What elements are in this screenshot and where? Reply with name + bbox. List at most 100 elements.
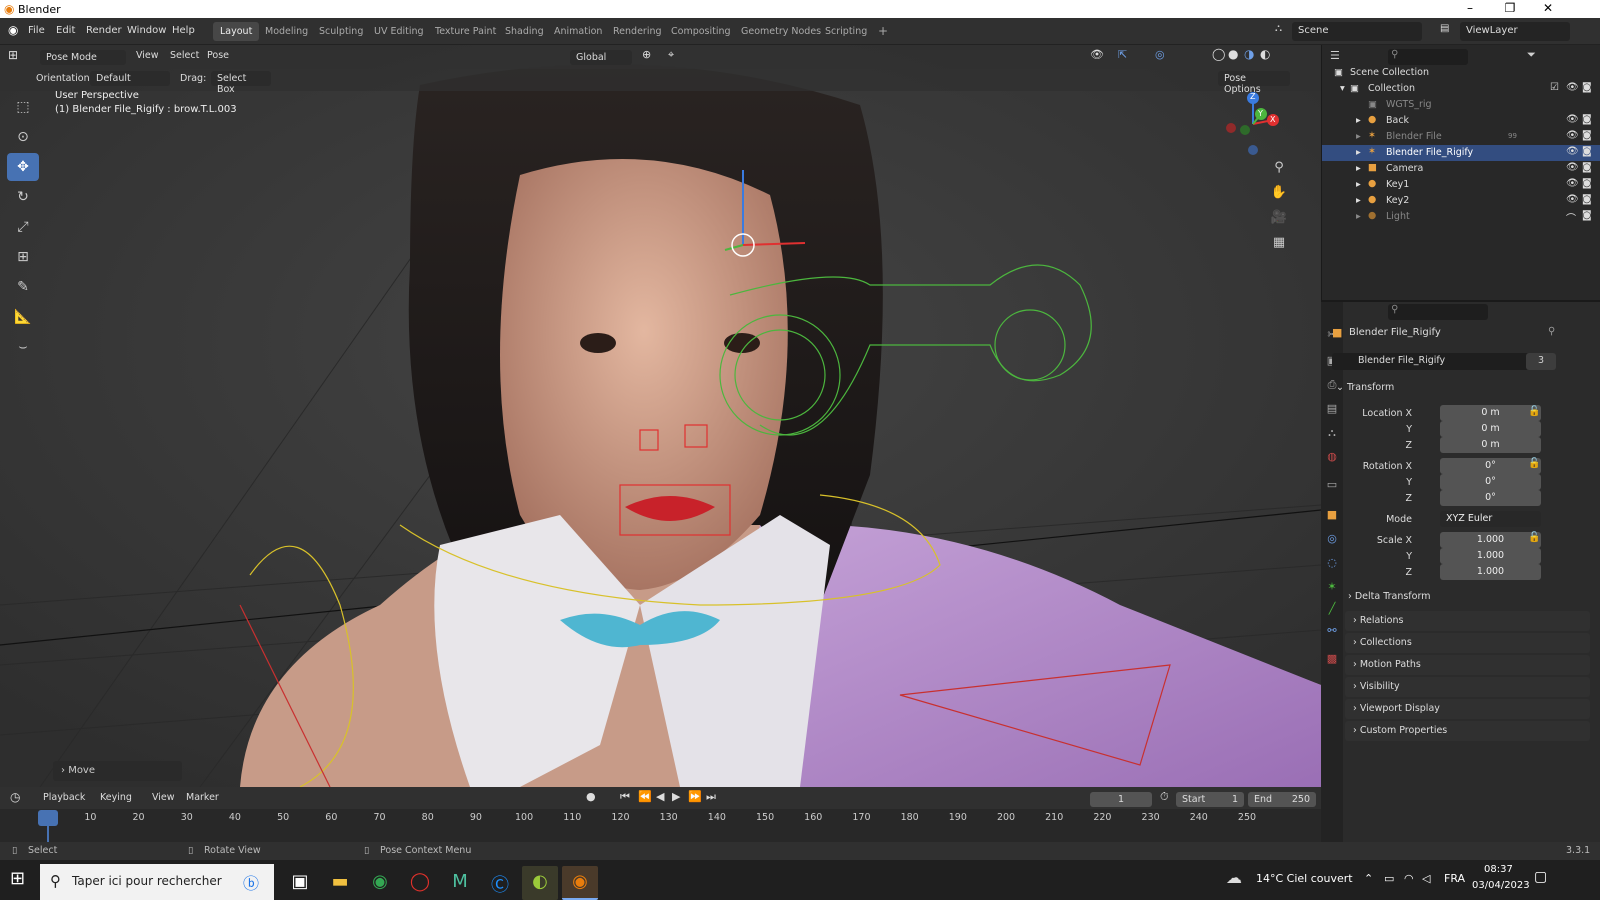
close-window-button[interactable]: ✕ [1530, 1, 1566, 15]
menu-render[interactable]: Render [86, 25, 122, 36]
pivot-point-icon[interactable]: ⊕ [642, 48, 651, 63]
view-layer-tab-icon[interactable]: ▤ [1325, 402, 1339, 416]
object-datablock-field[interactable]: Blender File_Rigify [1332, 353, 1542, 370]
scale-z-field[interactable]: 1.000 [1440, 564, 1541, 580]
rendered-shading-icon[interactable]: ◐ [1260, 47, 1270, 62]
properties-search-input[interactable]: ⚲ [1388, 304, 1488, 320]
viewport-menu-select[interactable]: Select [170, 50, 199, 65]
eye-icon[interactable]: 👁 [1566, 146, 1579, 157]
checkbox-icon[interactable]: ☑ [1550, 82, 1559, 93]
viewport-menu-view[interactable]: View [136, 50, 159, 65]
pose-options-dropdown[interactable]: Pose Options [1218, 71, 1290, 95]
physics-tab-icon[interactable]: ◌ [1325, 556, 1339, 570]
blender-menu-icon[interactable]: ◉ [8, 23, 18, 37]
pan-hand-icon[interactable]: ✋ [1268, 185, 1290, 207]
texture-tab-icon[interactable]: ▩ [1325, 652, 1339, 666]
start-frame-field[interactable]: Start 1 [1176, 792, 1244, 807]
scale-y-field[interactable]: 1.000 [1440, 548, 1541, 564]
viewport-menu-pose[interactable]: Pose [207, 50, 229, 65]
object-tab-icon[interactable]: ■ [1325, 508, 1339, 522]
workspace-tab-scripting[interactable]: Scripting [818, 22, 874, 41]
playhead[interactable] [38, 810, 58, 826]
measure-tool-icon[interactable]: 📐 [7, 303, 39, 331]
expand-arrow-icon[interactable]: ▸ [1356, 179, 1361, 190]
outliner-row-camera[interactable]: ▸ ■ Camera 👁 ◙ [1322, 161, 1600, 177]
rotation-x-field[interactable]: 0° [1440, 458, 1541, 474]
app-green-icon[interactable]: ◐ [522, 866, 558, 900]
perspective-grid-icon[interactable]: ▦ [1268, 235, 1290, 257]
wifi-icon[interactable]: ◠ [1404, 872, 1414, 885]
minimize-button[interactable]: – [1452, 1, 1488, 15]
timeline-menu-view[interactable]: View [152, 792, 175, 807]
task-view-icon[interactable]: ▣ [282, 866, 318, 900]
jump-start-icon[interactable]: ⏮ [620, 790, 630, 805]
orientation-selector[interactable]: Default [90, 71, 170, 86]
outliner-row-scene-collection[interactable]: ▣ Scene Collection [1322, 65, 1600, 81]
language-indicator[interactable]: FRA [1444, 872, 1465, 885]
rotation-z-field[interactable]: 0° [1440, 490, 1541, 506]
visibility-filter-icon[interactable]: 👁 [1090, 48, 1104, 63]
chrome-icon[interactable]: ◉ [362, 866, 398, 900]
panel-viewport-display[interactable]: › Viewport Display [1345, 699, 1590, 719]
scale-x-field[interactable]: 1.000 [1440, 532, 1541, 548]
workspace-tab-modeling[interactable]: Modeling [258, 22, 315, 41]
panel-motion-paths[interactable]: › Motion Paths [1345, 655, 1590, 675]
camera-render-icon[interactable]: ◙ [1582, 146, 1592, 157]
expand-arrow-icon[interactable]: ▸ [1356, 115, 1361, 126]
workspace-tab-rendering[interactable]: Rendering [606, 22, 669, 41]
eye-icon[interactable]: 👁 [1566, 194, 1579, 205]
camera-render-icon[interactable]: ◙ [1582, 82, 1592, 93]
outliner-row-key1[interactable]: ▸ ● Key1 👁 ◙ [1322, 177, 1600, 193]
expand-arrow-icon[interactable]: ▸ [1356, 131, 1361, 142]
panel-collections[interactable]: › Collections [1345, 633, 1590, 653]
app-c-icon[interactable]: Ⓒ [482, 866, 518, 900]
rotate-tool-icon[interactable]: ↻ [7, 183, 39, 211]
zoom-icon[interactable]: ⚲ [1268, 160, 1290, 182]
eye-icon[interactable]: 👁 [1566, 162, 1579, 173]
camera-render-icon[interactable]: ◙ [1582, 114, 1592, 125]
filter-icon[interactable]: ⏷ [1527, 48, 1536, 62]
volume-icon[interactable]: ◁ [1422, 872, 1430, 885]
operator-panel-move[interactable]: › Move [53, 761, 182, 781]
eye-icon[interactable]: 👁 [1566, 114, 1579, 125]
snap-icon[interactable]: ⌖ [668, 48, 674, 63]
taskbar-search-input[interactable]: ⚲ Taper ici pour rechercher ⓑ [40, 864, 274, 900]
notifications-icon[interactable]: ▢ [1534, 869, 1547, 885]
workspace-tab-animation[interactable]: Animation [547, 22, 609, 41]
workspace-tab-compositing[interactable]: Compositing [664, 22, 738, 41]
jump-keyframe-back-icon[interactable]: ⏪ [638, 790, 652, 805]
transform-tool-icon[interactable]: ⊞ [7, 243, 39, 271]
outliner-row-back[interactable]: ▸ ● Back 👁 ◙ [1322, 113, 1600, 129]
menu-edit[interactable]: Edit [56, 25, 75, 36]
view-layer-selector[interactable]: ViewLayer [1460, 22, 1570, 41]
wireframe-shading-icon[interactable]: ◯ [1212, 47, 1225, 62]
panel-visibility[interactable]: › Visibility [1345, 677, 1590, 697]
outliner-row-wgts-rig[interactable]: ▣ WGTS_rig [1322, 97, 1600, 113]
editor-type-icon[interactable]: ⊞ [8, 48, 18, 63]
blender-taskbar-icon[interactable]: ◉ [562, 866, 598, 900]
weather-text[interactable]: 14°C Ciel couvert [1256, 872, 1353, 885]
eye-icon[interactable]: 👁 [1566, 130, 1579, 141]
panel-custom-properties[interactable]: › Custom Properties [1345, 721, 1590, 741]
camera-render-icon[interactable]: ◙ [1582, 194, 1592, 205]
bone-constraint-tab-icon[interactable]: ⚯ [1325, 624, 1339, 638]
collection-tab-icon[interactable]: ▭ [1325, 478, 1339, 492]
pose-relax-tool-icon[interactable]: ⌣ [7, 333, 39, 361]
record-icon[interactable]: ● [586, 790, 596, 805]
outliner-row-blender-file-rigify[interactable]: ▸ ✶ Blender File_Rigify 👁 ◙ [1322, 145, 1600, 161]
lock-icon[interactable]: 🔓 [1528, 532, 1540, 543]
solid-shading-icon[interactable]: ● [1228, 47, 1238, 62]
camera-render-icon[interactable]: ◙ [1582, 130, 1592, 141]
material-shading-icon[interactable]: ◑ [1244, 47, 1254, 62]
timeline-menu-keying[interactable]: Keying [100, 792, 132, 807]
outliner-row-blender-file[interactable]: ▸ ✶ Blender File 99 👁 ◙ [1322, 129, 1600, 145]
eye-icon[interactable]: 👁 [1566, 82, 1579, 93]
bone-tab-icon[interactable]: ╱ [1325, 602, 1339, 616]
modifier-tab-icon[interactable]: ◎ [1325, 532, 1339, 546]
armature-data-tab-icon[interactable]: ✶ [1325, 580, 1339, 594]
clock-date[interactable]: 03/04/2023 [1472, 880, 1530, 891]
expand-arrow-icon[interactable]: ▸ [1356, 163, 1361, 174]
move-tool-icon[interactable]: ✥ [7, 153, 39, 181]
pin-icon[interactable]: ⚲ [1548, 326, 1555, 337]
menu-window[interactable]: Window [127, 25, 166, 36]
